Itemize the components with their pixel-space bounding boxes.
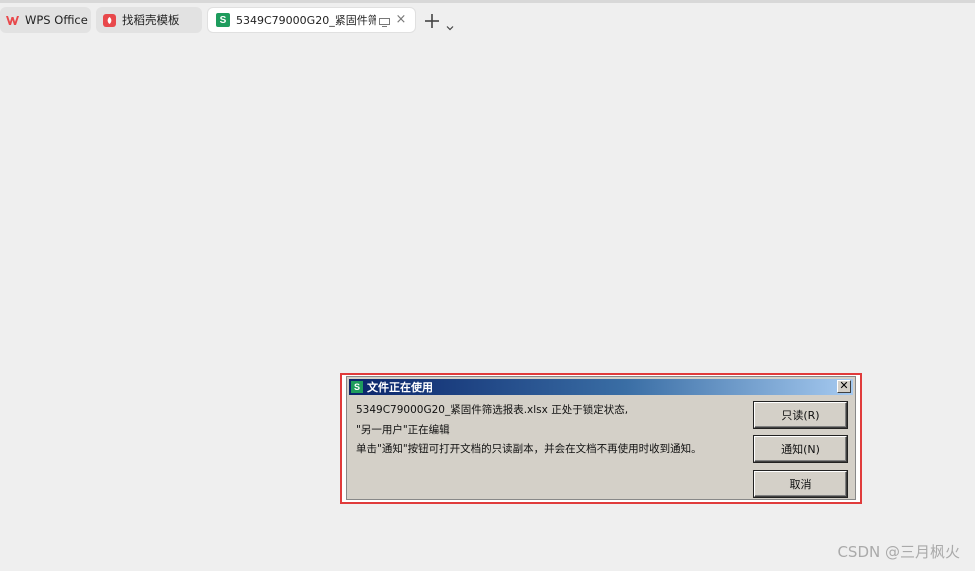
csdn-watermark: CSDN @三月枫火 [837,543,960,561]
cancel-button[interactable]: 取消 [754,471,847,497]
tab-wps-office[interactable]: WPS Office [0,7,91,33]
docer-template-icon [103,13,116,27]
tab-label: 5349C79000G20_紧固件筛选报表.xlsx [236,14,376,27]
wps-logo-icon [6,14,19,27]
monitor-icon[interactable] [379,16,390,27]
dialog-message-editor: "另一用户"正在编辑 [356,424,450,436]
dialog-title: 文件正在使用 [367,381,433,394]
chevron-down-icon[interactable] [446,17,454,31]
spreadsheet-icon: S [351,381,363,393]
dialog-close-button[interactable]: ✕ [837,380,851,393]
dialog-message-instructions: 单击"通知"按钮可打开文档的只读副本，并会在文档不再使用时收到通知。 [356,443,702,455]
dialog-message-locked: 5349C79000G20_紧固件筛选报表.xlsx 正处于锁定状态, [356,404,629,416]
tab-docer-template[interactable]: 找稻壳模板 [96,7,202,33]
dialog-titlebar[interactable]: S 文件正在使用 ✕ [349,379,853,395]
tab-label: 找稻壳模板 [122,13,180,27]
close-tab-icon[interactable]: × [395,13,407,26]
readonly-button[interactable]: 只读(R) [754,402,847,428]
notify-button[interactable]: 通知(N) [754,436,847,462]
tab-bar: WPS Office 找稻壳模板 S 5349C79000G20_紧固件筛选报表… [0,3,975,37]
spreadsheet-icon: S [216,13,230,27]
file-in-use-dialog: S 文件正在使用 ✕ 5349C79000G20_紧固件筛选报表.xlsx 正处… [346,376,856,500]
tab-label: WPS Office [25,13,88,27]
new-tab-plus-icon[interactable] [424,13,440,29]
tab-spreadsheet-file[interactable]: S 5349C79000G20_紧固件筛选报表.xlsx × [207,7,416,33]
